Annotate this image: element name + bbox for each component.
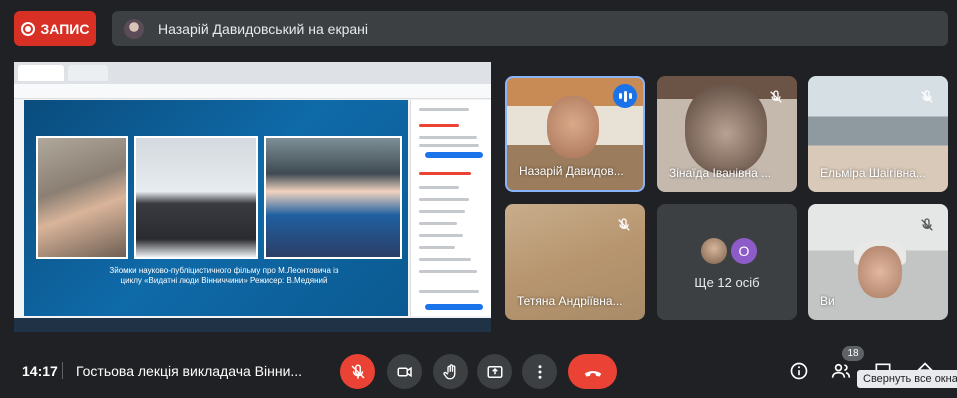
- info-icon: [790, 362, 808, 380]
- participant-name: Зінаїда Іванівна ...: [669, 166, 772, 180]
- more-vert-icon: [538, 364, 541, 379]
- present-now-button[interactable]: [477, 354, 512, 389]
- self-view-tile[interactable]: Ви: [808, 204, 948, 320]
- windows-taskbar: [14, 318, 491, 332]
- slide-photo: [134, 136, 258, 259]
- presenter-avatar: [124, 18, 144, 39]
- present-icon: [487, 365, 502, 378]
- browser-tab: [68, 65, 108, 81]
- more-options-button[interactable]: [522, 354, 557, 389]
- participant-tile[interactable]: Тетяна Андріївна...: [505, 204, 645, 320]
- more-participants-tile[interactable]: О Ще 12 осіб: [657, 204, 797, 320]
- raise-hand-button[interactable]: [433, 354, 468, 389]
- record-button[interactable]: ЗАПИС: [14, 11, 96, 46]
- avatar: О: [731, 238, 757, 264]
- shared-screen[interactable]: Зйомки науково-публіцистичного фільму пр…: [14, 62, 491, 332]
- mic-off-icon: [765, 86, 787, 108]
- mic-off-icon: [350, 363, 365, 379]
- participant-name: Ви: [820, 294, 835, 308]
- meeting-details-button[interactable]: [784, 356, 814, 386]
- people-icon: [831, 363, 851, 378]
- record-dot-icon: [20, 21, 35, 36]
- document-toolbar: [14, 84, 491, 99]
- control-bar: 14:17 Гостьова лекція викладача Вінни...…: [0, 340, 957, 398]
- participant-video: [858, 246, 902, 298]
- presenting-text: Назарій Давидовський на екрані: [158, 20, 368, 37]
- presenting-banner: Назарій Давидовський на екрані: [112, 11, 948, 46]
- participant-name: Тетяна Андріївна...: [517, 294, 623, 308]
- camera-icon: [397, 366, 412, 377]
- browser-tab-strip: [14, 62, 491, 85]
- leave-call-button[interactable]: [568, 354, 617, 389]
- speaking-icon: [613, 84, 637, 108]
- participant-video: [547, 96, 599, 158]
- presentation-slide: Зйомки науково-публіцистичного фільму пр…: [24, 100, 408, 316]
- divider: [62, 362, 63, 379]
- participant-video: [685, 84, 767, 174]
- raise-hand-icon: [442, 363, 455, 379]
- mic-toggle-button[interactable]: [340, 354, 375, 389]
- people-count-badge: 18: [842, 346, 864, 361]
- participant-name: Ельміра Шаігівна...: [820, 166, 926, 180]
- browser-tab: [18, 65, 64, 81]
- participant-tile[interactable]: Назарій Давидов...: [505, 76, 645, 192]
- slide-photo: [36, 136, 128, 259]
- more-participants-label: Ще 12 осіб: [694, 275, 760, 290]
- camera-toggle-button[interactable]: [387, 354, 422, 389]
- mic-off-icon: [613, 214, 635, 236]
- os-tooltip: Свернуть все окна: [857, 370, 957, 388]
- mic-off-icon: [916, 86, 938, 108]
- participant-tile[interactable]: Зінаїда Іванівна ...: [657, 76, 797, 192]
- mic-off-icon: [916, 214, 938, 236]
- record-label: ЗАПИС: [40, 20, 90, 37]
- slide-caption: Зйомки науково-публіцистичного фільму пр…: [109, 266, 339, 285]
- meeting-title: Гостьова лекція викладача Вінни...: [76, 363, 303, 379]
- end-call-icon: [584, 370, 601, 377]
- slide-photo: [264, 136, 402, 259]
- clock: 14:17: [22, 363, 58, 379]
- participant-name: Назарій Давидов...: [519, 164, 624, 178]
- document-side-panel: [410, 100, 491, 316]
- avatar: [701, 238, 727, 264]
- participant-tile[interactable]: Ельміра Шаігівна...: [808, 76, 948, 192]
